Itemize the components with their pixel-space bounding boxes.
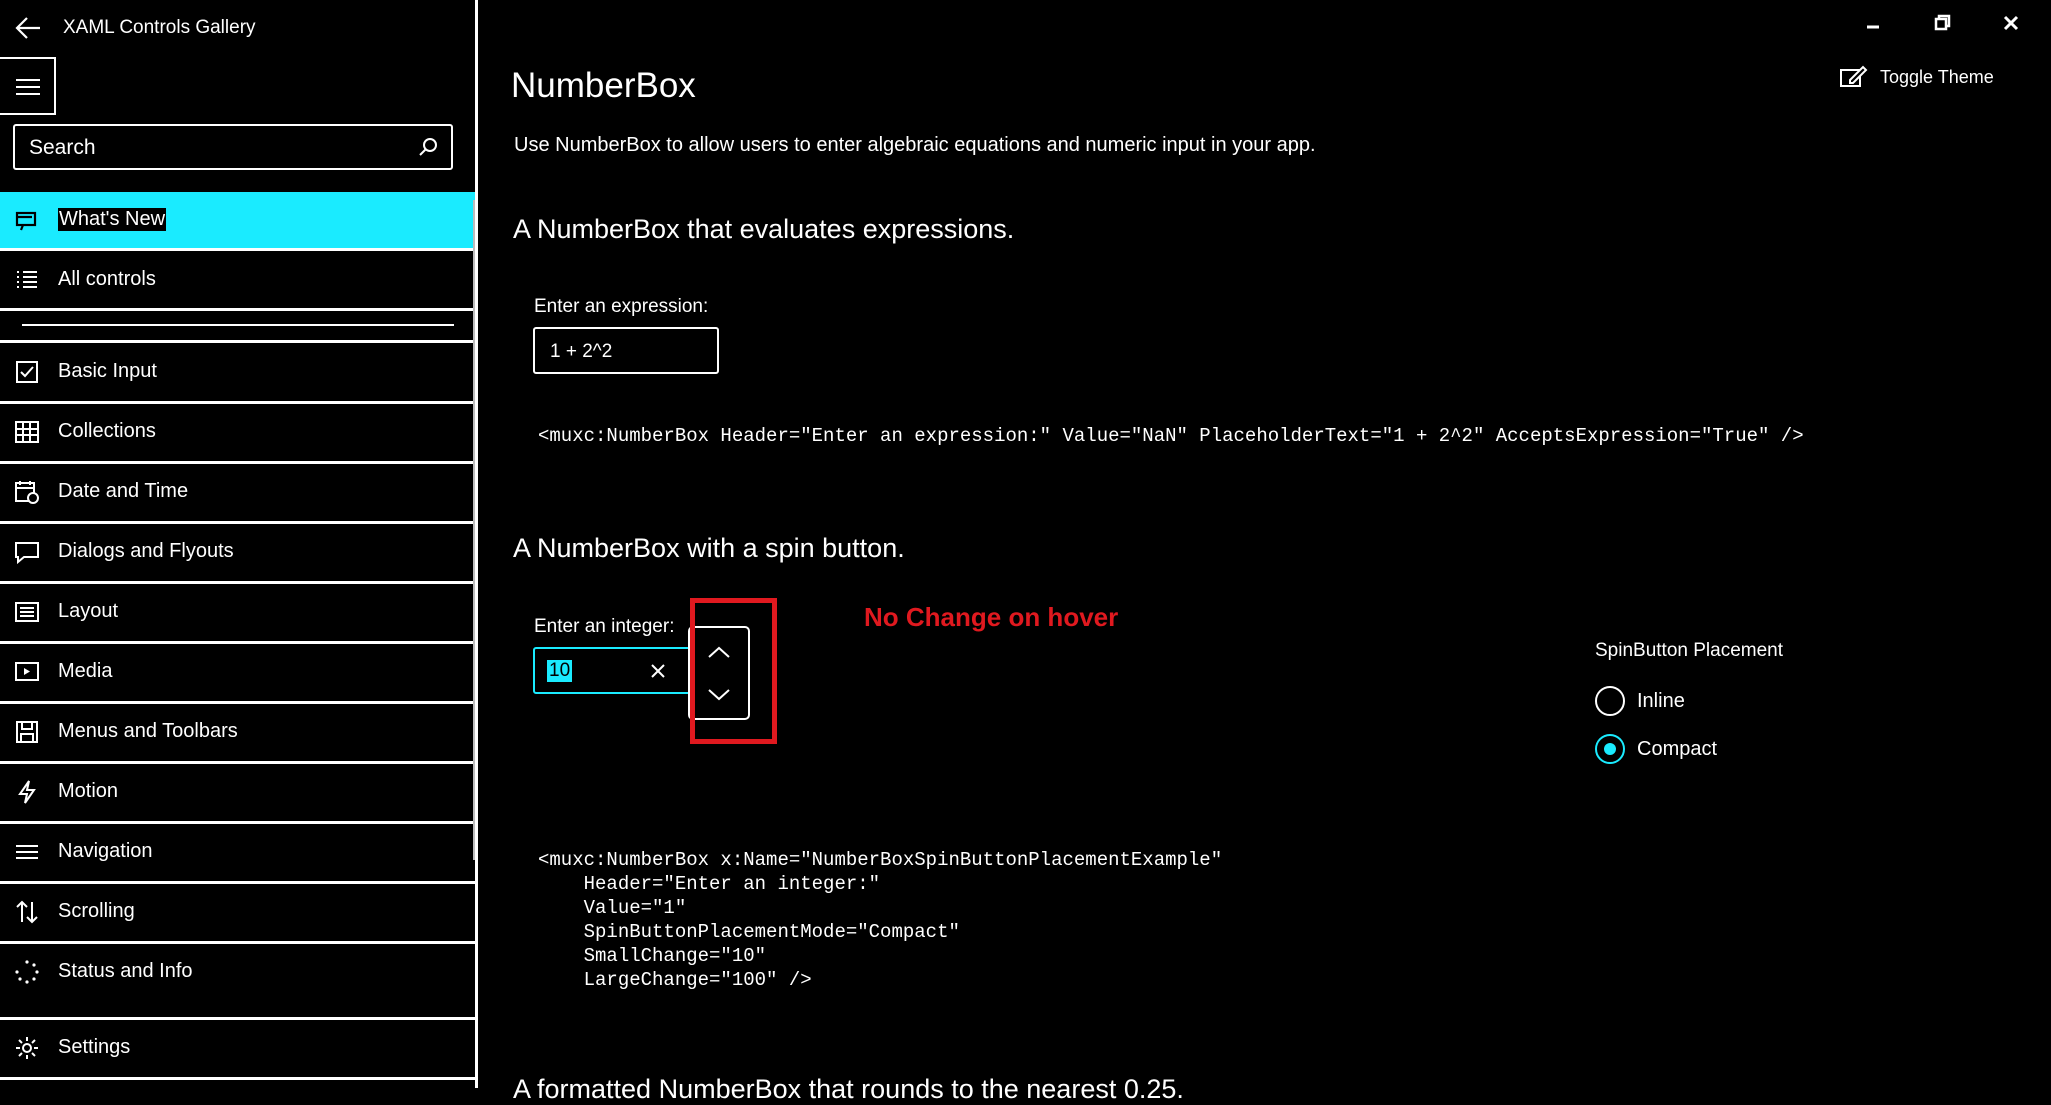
section-heading: A formatted NumberBox that rounds to the… [513,1074,1184,1104]
nav-label: Navigation [58,840,153,862]
clear-icon[interactable] [647,661,669,681]
nav-item-status-and-info[interactable]: Status and Info [0,944,475,1020]
expression-numberbox[interactable]: 1 + 2^2 [533,327,719,374]
nav-item-dialogs-and-flyouts[interactable]: Dialogs and Flyouts [0,524,475,584]
divider [0,248,475,251]
integer-numberbox[interactable]: 10 [533,647,693,694]
search-input[interactable] [15,126,411,170]
nav-label: Date and Time [58,480,189,502]
nav-label: What's New [58,208,167,231]
close-icon[interactable] [1996,12,2026,34]
code-sample: <muxc:NumberBox Header="Enter an express… [538,425,1804,447]
nav-label: Collections [58,420,156,442]
spinbutton-placement-header: SpinButton Placement [1595,640,1784,661]
nav-separator [22,324,454,326]
radio-inline[interactable] [1595,686,1625,716]
nav-label: Settings [58,1036,131,1058]
theme-edit-icon [1840,65,1868,87]
nav-label: All controls [58,268,156,290]
back-button[interactable] [10,10,48,46]
navigation-icon [16,845,38,859]
list-icon [17,271,37,288]
save-icon [16,721,38,743]
lightning-icon [18,780,36,804]
main-content: Toggle Theme NumberBox Use NumberBox to … [478,0,2051,1104]
annotation-box [690,598,777,744]
expression-label: Enter an expression: [534,296,709,317]
radio-compact-label[interactable]: Compact [1637,738,1717,761]
app-title: XAML Controls Gallery [63,17,256,38]
nav-item-basic-input[interactable]: Basic Input [0,344,475,404]
nav-item-navigation[interactable]: Navigation [0,824,475,884]
nav-label: Basic Input [58,360,157,382]
megaphone-icon [15,211,37,231]
layout-icon [15,602,39,622]
page-title: NumberBox [511,66,696,105]
nav-label: Dialogs and Flyouts [58,540,234,562]
hamburger-icon [16,79,40,95]
nav-label: Status and Info [58,960,193,982]
progress-ring-icon [15,960,39,984]
integer-value[interactable]: 10 [547,660,573,682]
radio-compact[interactable] [1595,734,1625,764]
nav-label: Media [58,660,113,682]
title-bar: XAML Controls Gallery [0,0,477,56]
minimize-icon[interactable] [1858,12,1888,34]
nav-item-media[interactable]: Media [0,644,475,704]
checkbox-icon [16,361,38,383]
nav-label: Menus and Toolbars [58,720,238,742]
navigation-pane: XAML Controls Gallery What's New All con… [0,0,477,1088]
nav-item-settings[interactable]: Settings [0,1020,475,1080]
gear-icon [16,1037,38,1059]
nav-item-date-and-time[interactable]: Date and Time [0,464,475,524]
annotation-text: No Change on hover [864,602,1119,632]
media-icon [15,662,39,681]
scroll-arrows-icon [16,900,38,924]
nav-label: Layout [58,600,119,622]
nav-item-menus-and-toolbars[interactable]: Menus and Toolbars [0,704,475,764]
restore-icon[interactable] [1927,12,1957,34]
divider [0,340,475,343]
nav-item-scrolling[interactable]: Scrolling [0,884,475,944]
section-heading: A NumberBox with a spin button. [513,533,905,563]
nav-item-collections[interactable]: Collections [0,404,475,464]
nav-label: Scrolling [58,900,135,922]
radio-inline-label[interactable]: Inline [1637,690,1685,713]
code-sample: <muxc:NumberBox x:Name="NumberBoxSpinBut… [538,849,1223,991]
section-heading: A NumberBox that evaluates expressions. [513,214,1015,244]
grid-icon [15,421,39,443]
search-icon[interactable] [417,136,439,158]
nav-label: Motion [58,780,119,802]
expression-placeholder: 1 + 2^2 [550,341,613,362]
nav-item-whats-new[interactable]: What's New [0,192,475,250]
calendar-clock-icon [15,481,39,504]
page-description: Use NumberBox to allow users to enter al… [514,134,1316,156]
back-arrow-icon [15,17,40,39]
speech-bubble-icon [15,542,39,565]
toggle-theme-label: Toggle Theme [1880,67,1994,87]
search-box[interactable] [13,124,453,170]
integer-label: Enter an integer: [534,616,675,637]
nav-item-motion[interactable]: Motion [0,764,475,824]
nav-item-layout[interactable]: Layout [0,584,475,644]
hamburger-menu-button[interactable] [0,57,56,115]
nav-item-all-controls[interactable]: All controls [0,252,475,311]
